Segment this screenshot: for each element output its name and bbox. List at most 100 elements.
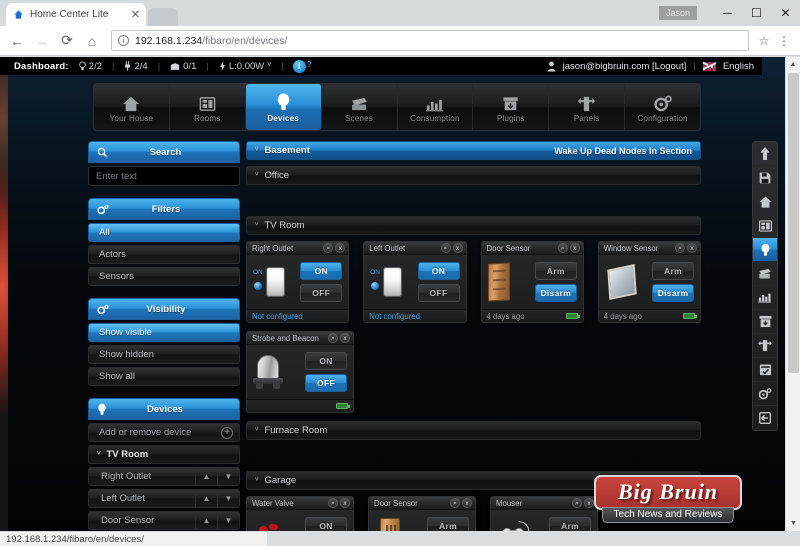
- chevron-down-icon[interactable]: ⱽ: [267, 61, 271, 72]
- sidebar-device-left-outlet[interactable]: Left Outlet ▲ ▼: [88, 489, 240, 508]
- magnifier-icon[interactable]: ⌕: [323, 243, 334, 253]
- device-card-water-valve[interactable]: Water Valve ⌕ x ON: [246, 496, 354, 531]
- rail-scroll-top-button[interactable]: [753, 142, 777, 166]
- close-icon[interactable]: x: [335, 243, 346, 253]
- magnifier-icon[interactable]: ⌕: [450, 498, 460, 508]
- sidebar-device-door-sensor[interactable]: Door Sensor ▲ ▼: [88, 511, 240, 530]
- filter-option-sensors[interactable]: Sensors: [88, 267, 240, 286]
- close-icon[interactable]: x: [584, 498, 594, 508]
- move-down-button[interactable]: ▼: [217, 512, 239, 529]
- visibility-option-show-all[interactable]: Show all: [88, 367, 240, 386]
- close-icon[interactable]: x: [340, 498, 350, 508]
- window-user-label[interactable]: Jason: [658, 6, 697, 20]
- new-tab-button[interactable]: [148, 8, 178, 26]
- wake-up-dead-nodes-button[interactable]: Wake Up Dead Nodes In Section: [554, 146, 692, 156]
- off-button[interactable]: OFF: [300, 284, 343, 302]
- device-card-strobe-and-beacon[interactable]: Strobe and Beacon ⌕ x ON OFF: [246, 331, 354, 413]
- section-basement[interactable]: ⱽ Basement Wake Up Dead Nodes In Section: [246, 141, 701, 160]
- scrollbar-thumb[interactable]: [788, 73, 799, 373]
- sidebar-device-right-outlet[interactable]: Right Outlet ▲ ▼: [88, 467, 240, 486]
- on-button[interactable]: ON: [300, 262, 343, 280]
- close-icon[interactable]: x: [687, 243, 697, 253]
- close-icon[interactable]: x: [340, 333, 350, 343]
- off-button[interactable]: OFF: [417, 284, 460, 302]
- browser-menu-icon[interactable]: ⋮: [774, 34, 794, 48]
- rail-rooms-button[interactable]: [753, 214, 777, 238]
- rail-save-button[interactable]: [753, 166, 777, 190]
- close-icon[interactable]: x: [462, 498, 472, 508]
- home-button[interactable]: ⌂: [81, 30, 103, 52]
- move-up-button[interactable]: ▲: [195, 468, 217, 485]
- nav-consumption[interactable]: Consumption: [398, 84, 474, 130]
- close-icon[interactable]: x: [569, 243, 580, 253]
- tab-close-icon[interactable]: ✕: [131, 8, 140, 21]
- close-button[interactable]: ✕: [771, 0, 800, 26]
- nav-plugins[interactable]: Plugins: [473, 84, 550, 130]
- off-button[interactable]: OFF: [305, 374, 347, 392]
- sidebar-group-tv-room[interactable]: ⱽ TV Room: [88, 445, 240, 464]
- help-icon[interactable]: ?: [307, 60, 312, 69]
- device-card-window-sensor[interactable]: Window Sensor ⌕ x Arm Disarm 4 days ago: [597, 241, 701, 323]
- disarm-button[interactable]: Disarm: [534, 284, 577, 302]
- search-input[interactable]: Enter text: [88, 166, 240, 186]
- arm-button[interactable]: Arm: [427, 517, 469, 531]
- dash-power[interactable]: L:0.00W ⱽ: [219, 61, 271, 72]
- magnifier-icon[interactable]: ⌕: [440, 243, 451, 253]
- move-down-button[interactable]: ▼: [217, 490, 239, 507]
- section-tv-room[interactable]: ⱽ TV Room: [246, 216, 701, 235]
- maximize-button[interactable]: ☐: [742, 0, 771, 26]
- disarm-button[interactable]: Disarm: [652, 284, 694, 302]
- scroll-down-arrow[interactable]: ▼: [786, 516, 800, 531]
- on-button[interactable]: ON: [417, 262, 460, 280]
- nav-rooms[interactable]: Rooms: [170, 84, 246, 130]
- browser-tab[interactable]: Home Center Lite ✕: [6, 3, 146, 26]
- rail-consumption-button[interactable]: [753, 286, 777, 310]
- close-icon[interactable]: x: [452, 243, 463, 253]
- rail-scenes-button[interactable]: [753, 262, 777, 286]
- nav-devices[interactable]: Devices: [245, 84, 322, 130]
- visibility-option-show-visible[interactable]: Show visible: [88, 323, 240, 342]
- move-up-button[interactable]: ▲: [195, 490, 217, 507]
- magnifier-icon[interactable]: ⌕: [675, 243, 685, 253]
- reload-button[interactable]: ⟳: [56, 30, 78, 52]
- back-button[interactable]: ←: [6, 30, 28, 52]
- device-card-door-sensor-tv-room[interactable]: Door Sensor ⌕ x Arm Disarm 4 days ago: [480, 241, 584, 323]
- add-remove-device-button[interactable]: Add or remove device +: [88, 423, 240, 442]
- on-button[interactable]: ON: [305, 517, 347, 531]
- rail-logout-button[interactable]: [753, 406, 777, 430]
- nav-scenes[interactable]: Scenes: [322, 84, 398, 130]
- page-scrollbar[interactable]: ▲ ▼: [785, 57, 800, 531]
- language-label[interactable]: English: [723, 61, 754, 72]
- forward-button[interactable]: →: [31, 30, 53, 52]
- device-card-mouser[interactable]: Mouser ⌕ x Arm Disarm: [490, 496, 598, 531]
- move-up-button[interactable]: ▲: [195, 512, 217, 529]
- filter-option-actors[interactable]: Actors: [88, 245, 240, 264]
- device-card-door-sensor-garage[interactable]: Door Sensor ⌕ x Arm Disarm: [368, 496, 476, 531]
- address-bar[interactable]: i 192.168.1.234 /fibaro/en/devices/: [111, 30, 749, 51]
- on-button[interactable]: ON: [305, 352, 347, 370]
- dash-lights[interactable]: 2/2: [79, 61, 102, 72]
- site-info-icon[interactable]: i: [118, 35, 129, 46]
- arm-button[interactable]: Arm: [534, 262, 577, 280]
- rail-tasks-button[interactable]: [753, 358, 777, 382]
- arm-button[interactable]: Arm: [652, 262, 694, 280]
- filter-option-all[interactable]: All: [88, 223, 240, 242]
- rail-plugins-button[interactable]: [753, 310, 777, 334]
- dash-plugs[interactable]: 2/4: [124, 61, 148, 72]
- rail-your-house-button[interactable]: [753, 190, 777, 214]
- arm-button[interactable]: Arm: [549, 517, 591, 531]
- bookmark-star-icon[interactable]: ☆: [754, 34, 774, 48]
- nav-your-house[interactable]: Your House: [94, 84, 170, 130]
- move-down-button[interactable]: ▼: [217, 468, 239, 485]
- minimize-button[interactable]: ─: [713, 0, 742, 26]
- rail-panels-button[interactable]: [753, 334, 777, 358]
- nav-panels[interactable]: Panels: [549, 84, 626, 130]
- device-card-left-outlet[interactable]: Left Outlet ⌕ x ON ON OFF Not configured: [363, 241, 467, 323]
- user-account-label[interactable]: jason@bigbruin.com [Logout]: [563, 61, 687, 72]
- section-furnace-room[interactable]: ⱽ Furnace Room: [246, 421, 701, 440]
- rail-configuration-button[interactable]: [753, 382, 777, 406]
- dash-devices[interactable]: 0/1: [170, 61, 196, 72]
- scroll-up-arrow[interactable]: ▲: [786, 57, 800, 72]
- device-card-right-outlet[interactable]: Right Outlet ⌕ x ON ON OFF Not configure…: [246, 241, 350, 323]
- nav-configuration[interactable]: Configuration: [625, 84, 700, 130]
